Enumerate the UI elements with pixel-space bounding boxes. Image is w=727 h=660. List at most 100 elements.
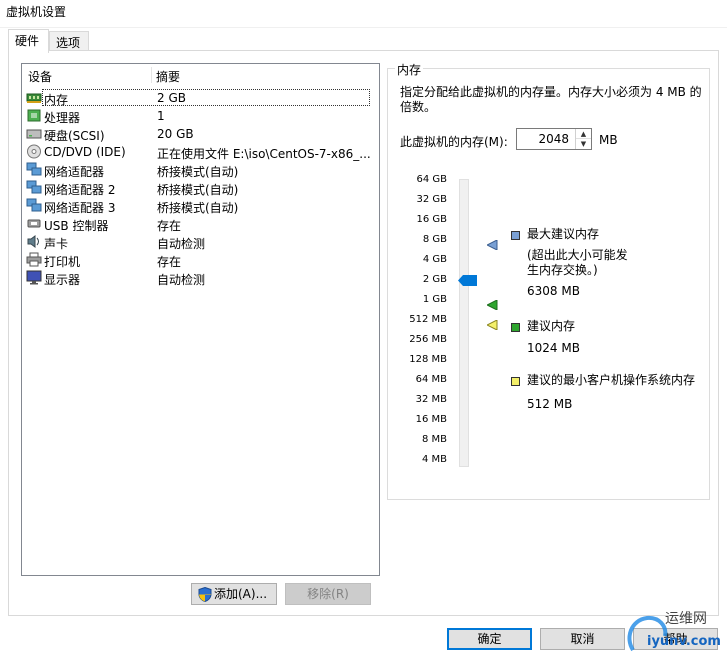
cancel-button[interactable]: 取消	[540, 628, 625, 650]
shield-icon	[198, 587, 212, 602]
watermark-logo: 运维网 iyunv.com	[623, 606, 727, 660]
device-row-network-adapter-2[interactable]: 网络适配器 2 桥接模式(自动)	[23, 179, 378, 197]
column-header-summary[interactable]: 摘要	[156, 68, 180, 85]
device-name: 网络适配器 2	[44, 183, 116, 197]
memory-group: 内存 指定分配给此虚拟机的内存量。内存大小必须为 4 MB 的倍数。 此虚拟机的…	[387, 61, 710, 500]
scale-tick: 4 MB	[421, 454, 447, 465]
memory-field-label: 此虚拟机的内存(M):	[400, 135, 508, 149]
recommended-legend-title: 建议内存	[527, 319, 576, 333]
memory-slider-track[interactable]	[459, 179, 469, 467]
device-summary: 1	[157, 109, 165, 123]
tab-bar: 硬件 选项	[0, 28, 727, 53]
tab-options[interactable]: 选项	[49, 31, 89, 52]
device-summary: 自动检测	[157, 237, 206, 251]
column-header-device[interactable]: 设备	[28, 68, 52, 85]
device-summary: 自动检测	[157, 273, 206, 287]
min-recommended-marker-icon	[487, 320, 498, 330]
device-row-network-adapter-3[interactable]: 网络适配器 3 桥接模式(自动)	[23, 197, 378, 215]
device-row-display[interactable]: 显示器 自动检测	[23, 269, 378, 287]
add-device-button[interactable]: 添加(A)...	[191, 583, 277, 605]
max-legend-swatch	[511, 231, 520, 240]
scale-tick: 16 GB	[416, 214, 447, 225]
scale-tick: 1 GB	[422, 294, 447, 305]
hard-disk-icon	[26, 129, 42, 139]
device-row-processor[interactable]: 处理器 1	[23, 107, 378, 125]
device-list[interactable]: 设备 摘要 内存 2 GB 处理器 1 硬盘(SCSI) 20 GB CD/DV…	[21, 63, 380, 576]
device-summary: 桥接模式(自动)	[157, 183, 239, 197]
device-name: 声卡	[44, 237, 69, 251]
min-legend-value: 512 MB	[527, 397, 573, 411]
min-legend-swatch	[511, 377, 520, 386]
device-name: 处理器	[44, 111, 81, 125]
network-adapter-icon	[26, 198, 42, 212]
sound-card-icon	[27, 235, 39, 248]
max-legend-title: 最大建议内存	[527, 227, 600, 241]
usb-icon	[27, 219, 41, 228]
decrement-arrow-icon[interactable]: ▼	[576, 139, 591, 149]
remove-device-button[interactable]: 移除(R)	[285, 583, 371, 605]
device-row-memory[interactable]: 内存 2 GB	[23, 89, 378, 107]
tab-panel-hardware: 设备 摘要 内存 2 GB 处理器 1 硬盘(SCSI) 20 GB CD/DV…	[8, 50, 719, 616]
memory-size-value[interactable]: 2048	[538, 132, 569, 146]
recommended-legend-swatch	[511, 323, 520, 332]
increment-arrow-icon[interactable]: ▲	[576, 129, 591, 139]
printer-icon	[26, 252, 42, 267]
watermark-text-en: iyunv.com	[647, 634, 721, 649]
scale-tick: 4 GB	[422, 254, 447, 265]
device-name: 内存	[44, 93, 69, 107]
device-row-printer[interactable]: 打印机 存在	[23, 251, 378, 269]
device-summary: 存在	[157, 255, 182, 269]
device-name: CD/DVD (IDE)	[44, 145, 126, 159]
stepper-arrows: ▲ ▼	[575, 129, 591, 149]
add-button-label: 添加(A)...	[214, 587, 268, 601]
title-bar: 虚拟机设置	[0, 0, 727, 28]
device-name: 网络适配器 3	[44, 201, 116, 215]
tab-hardware[interactable]: 硬件	[8, 29, 49, 53]
scale-tick: 64 GB	[416, 174, 447, 185]
device-summary: 正在使用文件 E:\iso\CentOS-7-x86_...	[157, 147, 371, 161]
device-row-cd-dvd[interactable]: CD/DVD (IDE) 正在使用文件 E:\iso\CentOS-7-x86_…	[23, 143, 378, 161]
scale-tick: 512 MB	[409, 314, 447, 325]
device-row-usb-controller[interactable]: USB 控制器 存在	[23, 215, 378, 233]
scale-tick: 128 MB	[409, 354, 447, 365]
column-separator[interactable]	[151, 67, 152, 83]
device-name: 硬盘(SCSI)	[44, 129, 105, 143]
device-row-sound-card[interactable]: 声卡 自动检测	[23, 233, 378, 251]
scale-tick: 16 MB	[415, 414, 447, 425]
memory-unit-label: MB	[599, 133, 618, 147]
scale-tick: 256 MB	[409, 334, 447, 345]
scale-tick: 8 MB	[421, 434, 447, 445]
recommended-marker-icon	[487, 300, 498, 310]
device-row-network-adapter[interactable]: 网络适配器 桥接模式(自动)	[23, 161, 378, 179]
max-legend-value: 6308 MB	[527, 284, 580, 298]
memory-slider-thumb[interactable]	[458, 275, 477, 286]
device-name: 打印机	[44, 255, 81, 269]
scale-tick: 2 GB	[422, 274, 447, 285]
scale-tick: 32 MB	[415, 394, 447, 405]
processor-icon	[27, 109, 41, 122]
memory-description: 指定分配给此虚拟机的内存量。内存大小必须为 4 MB 的倍数。	[400, 85, 702, 114]
min-legend-title: 建议的最小客户机操作系统内存	[527, 373, 696, 387]
device-summary: 20 GB	[157, 127, 194, 141]
device-row-hard-disk[interactable]: 硬盘(SCSI) 20 GB	[23, 125, 378, 143]
recommended-legend-value: 1024 MB	[527, 341, 580, 355]
memory-size-stepper[interactable]: 2048 ▲ ▼	[516, 128, 592, 150]
device-summary: 存在	[157, 219, 182, 233]
memory-group-title: 内存	[395, 61, 424, 78]
memory-icon	[26, 93, 42, 103]
device-summary: 桥接模式(自动)	[157, 165, 239, 179]
device-summary: 桥接模式(自动)	[157, 201, 239, 215]
display-icon	[26, 270, 42, 285]
scale-tick: 8 GB	[422, 234, 447, 245]
device-name: 显示器	[44, 273, 81, 287]
device-list-header: 设备 摘要	[22, 64, 379, 84]
max-recommended-marker-icon	[487, 240, 498, 250]
scale-tick: 32 GB	[416, 194, 447, 205]
watermark-text-cn: 运维网	[665, 611, 707, 627]
network-adapter-icon	[26, 180, 42, 194]
scale-tick: 64 MB	[415, 374, 447, 385]
ok-button[interactable]: 确定	[447, 628, 532, 650]
max-legend-note: (超出此大小可能发生内存交换。)	[527, 248, 628, 277]
window-title: 虚拟机设置	[6, 5, 67, 19]
device-name: 网络适配器	[44, 165, 105, 179]
